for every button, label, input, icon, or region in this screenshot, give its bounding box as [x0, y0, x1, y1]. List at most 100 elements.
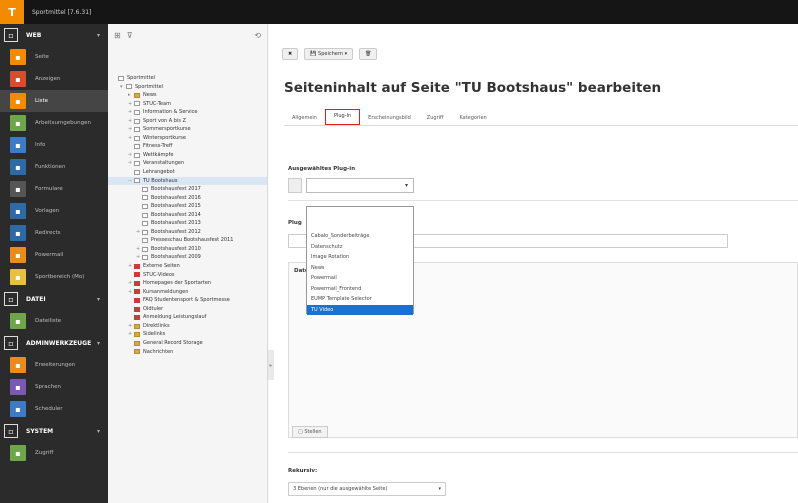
- module-item[interactable]: ▪ Vorlagen: [0, 200, 108, 222]
- tree-node[interactable]: Bootshausfest 2015: [108, 202, 267, 211]
- module-item[interactable]: ▪ Anzeigen: [0, 68, 108, 90]
- filter-icon[interactable]: ⊽: [127, 31, 133, 40]
- module-item[interactable]: ▪ Liste: [0, 90, 108, 112]
- tree-node[interactable]: Nachrichten: [108, 348, 267, 357]
- tab-2[interactable]: Erscheinungsbild: [360, 112, 419, 125]
- page-icon: [134, 169, 140, 175]
- tree-node[interactable]: + Information & Service: [108, 108, 267, 117]
- close-button[interactable]: ✖: [282, 48, 299, 60]
- tree-node[interactable]: FAQ Studentensport & Sportmesse: [108, 296, 267, 305]
- module-group-adminwerkzeuge[interactable]: ▫ ADMINWERKZEUGE ▾: [0, 332, 108, 354]
- tree-node[interactable]: + Bootshausfest 2012: [108, 228, 267, 237]
- dropdown-option[interactable]: Powermail: [307, 273, 413, 284]
- module-icon: ▪: [10, 93, 26, 109]
- typo3-logo-icon[interactable]: T: [0, 0, 24, 24]
- dropdown-option[interactable]: Datenschutz: [307, 242, 413, 253]
- dropdown-option[interactable]: TU Video: [307, 304, 413, 315]
- tree-node[interactable]: General Record Storage: [108, 339, 267, 348]
- page-icon: [134, 263, 140, 269]
- dropdown-option[interactable]: News: [307, 263, 413, 274]
- module-item[interactable]: ▪ Zugriff: [0, 442, 108, 464]
- dropdown-option[interactable]: Image Rotation: [307, 252, 413, 263]
- tree-node[interactable]: Bootshausfest 2014: [108, 211, 267, 220]
- tab-3[interactable]: Zugriff: [419, 112, 452, 125]
- tree-node[interactable]: Anmeldung Leistungslauf: [108, 313, 267, 322]
- tree-node-label: Bootshausfest 2015: [151, 203, 201, 210]
- delete-button[interactable]: 🗑: [359, 48, 378, 60]
- tree-node-label: Wintersportkurse: [143, 134, 186, 141]
- dropdown-option[interactable]: Powermail_Frontend: [307, 284, 413, 295]
- tab-4[interactable]: Kategorien: [451, 112, 494, 125]
- tree-node[interactable]: Presseschau Bootshausfest 2011: [108, 236, 267, 245]
- tree-node[interactable]: ▸ News: [108, 91, 267, 100]
- tree-node[interactable]: Sportmittel: [108, 74, 267, 83]
- tree-node[interactable]: + Externe Seiten: [108, 262, 267, 271]
- module-group-label: SYSTEM: [26, 427, 54, 435]
- tree-node[interactable]: Lehrangebot: [108, 168, 267, 177]
- tab-1[interactable]: Plug-In: [324, 109, 361, 125]
- tree-node[interactable]: + Direktlinks: [108, 322, 267, 331]
- new-page-icon[interactable]: ⊞: [114, 31, 121, 40]
- module-item[interactable]: ▪ Info: [0, 134, 108, 156]
- module-item-label: Formulare: [35, 186, 63, 192]
- module-item-label: Sportbereich (Mo): [35, 274, 85, 280]
- module-icon: ▪: [10, 225, 26, 241]
- chevron-down-icon: ▾: [96, 31, 100, 39]
- chevron-down-icon: ▾: [438, 486, 441, 492]
- module-group-datei[interactable]: ▫ DATEI ▾: [0, 288, 108, 310]
- folder-icon: [134, 349, 140, 355]
- module-item[interactable]: ▪ Powermail: [0, 244, 108, 266]
- tab-0[interactable]: Allgemein: [284, 112, 325, 125]
- refresh-icon[interactable]: ⟲: [254, 31, 261, 40]
- module-group-system[interactable]: ▫ SYSTEM ▾: [0, 420, 108, 442]
- page-icon: ▫: [4, 28, 18, 42]
- tree-node[interactable]: Bootshausfest 2017: [108, 185, 267, 194]
- tree-node[interactable]: STUC-Videos: [108, 271, 267, 280]
- module-item[interactable]: ▪ Dateiliste: [0, 310, 108, 332]
- tree-node[interactable]: Oldtuler: [108, 305, 267, 314]
- tree-node[interactable]: ▾ Sportmittel: [108, 83, 267, 92]
- tree-node-label: Bootshausfest 2013: [151, 220, 201, 227]
- tree-node[interactable]: + Sommersportkurse: [108, 125, 267, 134]
- tree-node[interactable]: + Veranstaltungen: [108, 159, 267, 168]
- page-icon: [134, 144, 140, 150]
- tree-node[interactable]: + STUC-Team: [108, 100, 267, 109]
- tree-node[interactable]: + Sidelinks: [108, 330, 267, 339]
- tree-node[interactable]: + Wintersportkurse: [108, 134, 267, 143]
- recursive-select[interactable]: 3 Ebenen (nur die ausgewählte Seite) ▾: [288, 482, 446, 496]
- module-group-web[interactable]: ▫ WEB ▾: [0, 24, 108, 46]
- tree-node-label: Sommersportkurse: [143, 126, 191, 133]
- tree-node[interactable]: − TU Bootshaus: [108, 176, 267, 186]
- tree-node[interactable]: Fitness-Treff: [108, 142, 267, 151]
- module-item[interactable]: ▪ Formulare: [0, 178, 108, 200]
- tree-node[interactable]: + Sport von A bis Z: [108, 117, 267, 126]
- module-item[interactable]: ▪ Erweiterungen: [0, 354, 108, 376]
- tree-node[interactable]: + Wettkämpfe: [108, 151, 267, 160]
- module-item[interactable]: ▪ Seite: [0, 46, 108, 68]
- page-icon: [134, 289, 140, 295]
- module-item-label: Anzeigen: [35, 76, 61, 82]
- module-item[interactable]: ▪ Arbeitsumgebungen: [0, 112, 108, 134]
- page-icon: [142, 195, 148, 201]
- dropdown-option[interactable]: Cabalo_Sonderbeiträge: [307, 231, 413, 242]
- module-item[interactable]: ▪ Sportbereich (Mo): [0, 266, 108, 288]
- tree-node[interactable]: + Bootshausfest 2009: [108, 253, 267, 262]
- dropdown-option[interactable]: EUMP Template Selector: [307, 294, 413, 305]
- tree-node[interactable]: + Homepages der Sportarten: [108, 279, 267, 288]
- module-item[interactable]: ▪ Sprachen: [0, 376, 108, 398]
- module-item[interactable]: ▪ Funktionen: [0, 156, 108, 178]
- plugin-select[interactable]: ▾: [306, 178, 414, 193]
- tree-node[interactable]: Bootshausfest 2013: [108, 219, 267, 228]
- module-item-label: Seite: [35, 54, 49, 60]
- tree-node-label: News: [143, 92, 157, 99]
- tree-node[interactable]: Bootshausfest 2016: [108, 194, 267, 203]
- module-icon: ▪: [10, 137, 26, 153]
- tree-node[interactable]: + Bootshausfest 2010: [108, 245, 267, 254]
- module-item[interactable]: ▪ Scheduler: [0, 398, 108, 420]
- save-button[interactable]: 💾 Speichern ▾: [304, 48, 354, 60]
- module-item[interactable]: ▪ Redirects: [0, 222, 108, 244]
- tree-node[interactable]: + Kursanmeldungen: [108, 288, 267, 297]
- small-button[interactable]: ▢ Stellen: [292, 426, 328, 438]
- module-item-label: Erweiterungen: [35, 362, 76, 368]
- divider: [288, 452, 798, 453]
